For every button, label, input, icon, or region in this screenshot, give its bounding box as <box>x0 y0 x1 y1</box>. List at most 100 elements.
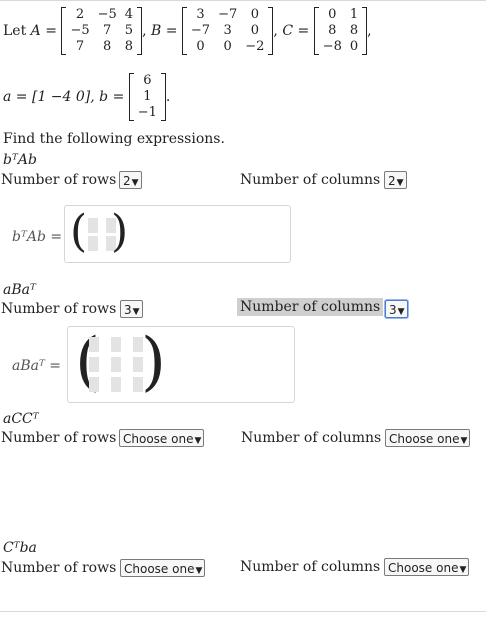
equals-sign: = <box>297 23 310 39</box>
matrix-A-cell: −5 <box>97 7 117 22</box>
matrix-C: 01 88 −8 0 <box>313 7 368 55</box>
matrix-B-cell: −2 <box>245 39 265 54</box>
matrix-A-cell: 5 <box>124 23 134 38</box>
matrix-B: 3 −7 0 −7 3 0 0 0 −2 <box>181 7 274 55</box>
triangle-down-icon: ▼ <box>131 178 139 188</box>
top-divider <box>0 0 486 1</box>
problem-4-rows-select[interactable]: Choose one▼ <box>120 559 206 577</box>
let-label: Let <box>3 23 27 39</box>
separator: , <box>142 23 147 39</box>
vector-definitions: a = [1 −4 0], b = 6 1 −1 . <box>3 73 170 121</box>
triangle-down-icon: ▼ <box>396 178 404 188</box>
matrix-entry-input[interactable] <box>88 236 98 251</box>
matrix-B-cell: 3 <box>223 23 232 38</box>
right-paren-icon: ) <box>141 325 166 399</box>
select-value: 2 <box>123 174 131 188</box>
matrix-B-cell: 0 <box>250 7 259 22</box>
problem-3-rows-select[interactable]: Choose one▼ <box>119 429 205 447</box>
matrix-A-cell: 8 <box>124 39 134 54</box>
vector-b-cell: 1 <box>143 89 152 104</box>
triangle-down-icon: ▼ <box>459 565 467 575</box>
problem-1-title: bᵀAb <box>3 152 37 168</box>
problem-3-title: aCCᵀ <box>3 411 39 427</box>
select-value: 3 <box>389 303 397 317</box>
matrix-A-cell: 7 <box>75 39 85 54</box>
matrix-entry-input[interactable] <box>89 357 99 372</box>
problem-3-cols-label: Number of columns <box>241 430 382 446</box>
problem-1-cols-label: Number of columns <box>240 172 381 188</box>
select-value: Choose one <box>123 432 194 446</box>
select-value: 3 <box>124 303 132 317</box>
matrix-C-cell: 1 <box>349 7 359 22</box>
problem-1-answer-box: ( ) <box>64 205 291 263</box>
period: . <box>165 89 171 105</box>
problem-4-title: Cᵀba <box>3 540 37 556</box>
matrix-B-cell: 3 <box>196 7 205 22</box>
problem-2-rows-select[interactable]: 3▼ <box>120 300 143 318</box>
matrix-entry-input[interactable] <box>88 218 98 233</box>
problem-4-cols-select[interactable]: Choose one▼ <box>384 558 470 576</box>
matrix-A-cell: −5 <box>70 23 90 38</box>
vector-b-cell: −1 <box>137 105 157 120</box>
triangle-down-icon: ▼ <box>397 307 405 317</box>
matrix-C-cell: 0 <box>328 7 337 22</box>
problem-4-cols-label: Number of columns <box>240 559 381 575</box>
problem-2-answer-box: ( ) <box>67 326 295 403</box>
matrix-B-cell: 0 <box>196 39 205 54</box>
matrix-B-cell: −7 <box>190 23 211 38</box>
right-paren-icon: ) <box>111 206 129 257</box>
matrix-definitions: Let A = 2 −5 4 −5 7 5 788 , B = 3 −7 0 −7 3 0 00… <box>3 7 372 55</box>
problem-2-cols-label: Number of columns <box>237 298 384 316</box>
bottom-divider <box>0 611 486 612</box>
matrix-entry-input[interactable] <box>89 337 99 352</box>
vector-b: 6 1 −1 <box>128 73 167 121</box>
select-value: Choose one <box>124 562 195 576</box>
problem-3-cols-select[interactable]: Choose one▼ <box>385 429 471 447</box>
matrix-C-cell: 0 <box>349 39 359 54</box>
matrix-B-cell: 0 <box>223 39 232 54</box>
select-value: Choose one <box>389 432 460 446</box>
matrix-C-cell: −8 <box>322 39 342 54</box>
equals-sign: = <box>45 23 57 39</box>
problem-1-rows-label: Number of rows <box>1 172 117 188</box>
problem-2-rows-label: Number of rows <box>1 301 117 317</box>
select-value: Choose one <box>388 561 459 575</box>
matrix-entry-input[interactable] <box>89 377 99 392</box>
vector-b-cell: 6 <box>143 73 152 88</box>
matrix-A-cell: 7 <box>103 23 112 38</box>
separator: , <box>367 23 372 39</box>
matrix-entry-input[interactable] <box>111 337 121 352</box>
left-paren-icon: ( <box>70 206 88 257</box>
matrix-B-name: B <box>150 23 162 39</box>
select-value: 2 <box>388 174 396 188</box>
triangle-down-icon: ▼ <box>195 566 203 576</box>
matrix-A-cell: 4 <box>124 7 134 22</box>
matrix-B-cell: −7 <box>218 7 238 22</box>
matrix-A-cell: 2 <box>75 7 85 22</box>
equals-sign: = <box>165 23 178 39</box>
matrix-C-cell: 8 <box>328 23 337 38</box>
triangle-down-icon: ▼ <box>132 307 140 317</box>
matrix-A-name: A <box>30 23 41 39</box>
matrix-A: 2 −5 4 −5 7 5 788 <box>61 7 142 55</box>
vector-a-definition: a = [1 −4 0], b = <box>3 89 125 105</box>
problem-2-cols-label-text: Number of columns <box>237 298 384 316</box>
problem-1-answer-label: bᵀAb = <box>12 229 63 245</box>
problem-2-title: aBaᵀ <box>3 282 36 298</box>
separator: , <box>273 23 278 39</box>
matrix-A-cell: 8 <box>103 39 112 54</box>
matrix-C-cell: 8 <box>349 23 359 38</box>
problem-3-rows-label: Number of rows <box>1 430 117 446</box>
problem-2-cols-select[interactable]: 3▼ <box>385 300 408 318</box>
problem-4-rows-label: Number of rows <box>1 560 117 576</box>
matrix-entry-input[interactable] <box>111 357 121 372</box>
problem-1-rows-select[interactable]: 2▼ <box>119 171 142 189</box>
matrix-entry-input[interactable] <box>111 377 121 392</box>
matrix-C-name: C <box>282 23 294 39</box>
triangle-down-icon: ▼ <box>460 436 468 446</box>
problem-1-cols-select[interactable]: 2▼ <box>384 171 407 189</box>
instructions: Find the following expressions. <box>3 131 225 147</box>
triangle-down-icon: ▼ <box>194 436 202 446</box>
matrix-B-cell: 0 <box>250 23 259 38</box>
problem-2-answer-label: aBaᵀ = <box>12 358 62 374</box>
